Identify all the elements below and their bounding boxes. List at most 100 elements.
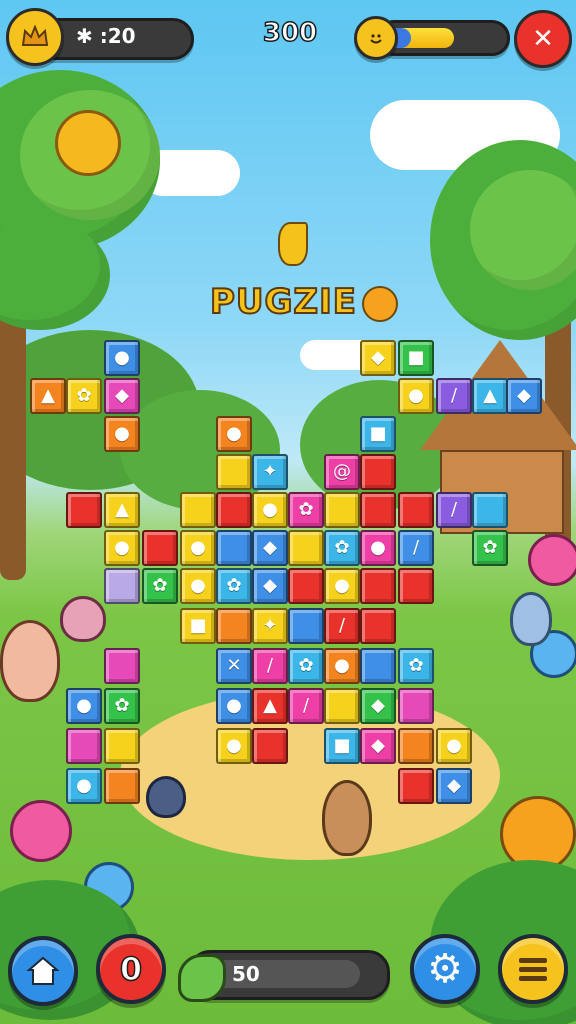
puzzle-tile[interactable] (104, 568, 140, 604)
tile-icon: ● (226, 695, 242, 716)
tile-icon: ■ (189, 615, 207, 636)
close-button[interactable]: ✕ (514, 10, 572, 68)
puzzle-tile[interactable]: ◆ (506, 378, 542, 414)
puzzle-tile[interactable] (216, 608, 252, 644)
tile-icon: ✿ (76, 385, 92, 406)
puzzle-tile[interactable]: ● (104, 530, 140, 566)
puzzle-tile[interactable]: ✿ (288, 648, 324, 684)
puzzle-tile[interactable]: / (324, 608, 360, 644)
puzzle-tile[interactable] (360, 648, 396, 684)
puzzle-tile[interactable] (216, 492, 252, 528)
crown-icon[interactable] (6, 8, 64, 66)
tile-icon: ◆ (371, 347, 385, 368)
puzzle-tile[interactable]: ● (324, 568, 360, 604)
puzzle-tile[interactable]: / (398, 530, 434, 566)
tile-icon: @ (333, 461, 351, 482)
puzzle-tile[interactable]: / (436, 492, 472, 528)
puzzle-tile[interactable] (398, 768, 434, 804)
puzzle-tile[interactable]: ● (398, 378, 434, 414)
puzzle-tile[interactable]: ● (104, 340, 140, 376)
puzzle-tile[interactable]: ■ (324, 728, 360, 764)
puzzle-tile[interactable] (216, 454, 252, 490)
puzzle-tile[interactable] (216, 530, 252, 566)
puzzle-tile[interactable] (288, 568, 324, 604)
puzzle-tile[interactable]: ◆ (104, 378, 140, 414)
flower (55, 110, 121, 176)
puzzle-tile[interactable]: ● (360, 530, 396, 566)
tile-icon: ✿ (408, 655, 424, 676)
puzzle-tile[interactable] (398, 492, 434, 528)
puzzle-tile[interactable]: / (252, 648, 288, 684)
puzzle-tile[interactable] (472, 492, 508, 528)
puzzle-tile[interactable]: ✿ (288, 492, 324, 528)
puzzle-tile[interactable]: ✿ (66, 378, 102, 414)
puzzle-tile[interactable] (324, 492, 360, 528)
puzzle-tile[interactable]: ● (66, 688, 102, 724)
puzzle-tile[interactable] (398, 568, 434, 604)
puzzle-tile[interactable]: ◆ (252, 530, 288, 566)
puzzle-tile[interactable]: ▲ (30, 378, 66, 414)
tile-icon: ✿ (152, 575, 168, 596)
puzzle-tile[interactable] (66, 728, 102, 764)
puzzle-tile[interactable]: ✿ (324, 530, 360, 566)
puzzle-tile[interactable] (288, 608, 324, 644)
puzzle-tile[interactable]: ✿ (216, 568, 252, 604)
puzzle-tile[interactable]: ▲ (104, 492, 140, 528)
puzzle-tile[interactable]: ● (66, 768, 102, 804)
game-logo: PUGZIE (209, 281, 357, 323)
puzzle-tile[interactable] (324, 688, 360, 724)
puzzle-tile[interactable]: ● (252, 492, 288, 528)
puzzle-tile[interactable] (66, 492, 102, 528)
tile-icon: / (302, 695, 310, 716)
counter-button[interactable]: 0 (96, 934, 166, 1004)
puzzle-tile[interactable]: ✦ (252, 608, 288, 644)
puzzle-tile[interactable] (360, 608, 396, 644)
puzzle-tile[interactable]: ✦ (252, 454, 288, 490)
puzzle-tile[interactable] (104, 768, 140, 804)
puzzle-tile[interactable]: ● (180, 568, 216, 604)
puzzle-tile[interactable] (142, 530, 178, 566)
home-button[interactable] (8, 936, 78, 1006)
puzzle-tile[interactable]: ◆ (360, 340, 396, 376)
menu-button[interactable] (498, 934, 568, 1004)
puzzle-tile[interactable]: ■ (360, 416, 396, 452)
puzzle-tile[interactable]: ■ (398, 340, 434, 376)
puzzle-tile[interactable]: ▲ (472, 378, 508, 414)
tile-icon: ● (334, 655, 350, 676)
pet-character (146, 776, 186, 818)
puzzle-tile[interactable]: ● (324, 648, 360, 684)
puzzle-tile[interactable]: ✿ (104, 688, 140, 724)
settings-button[interactable]: ⚙ (410, 934, 480, 1004)
fish-icon (178, 954, 226, 1002)
puzzle-tile[interactable]: / (288, 688, 324, 724)
puzzle-tile[interactable]: / (436, 378, 472, 414)
puzzle-tile[interactable]: ● (216, 416, 252, 452)
puzzle-tile[interactable]: ✿ (142, 568, 178, 604)
puzzle-tile[interactable]: ✿ (472, 530, 508, 566)
puzzle-tile[interactable] (252, 728, 288, 764)
puzzle-tile[interactable]: ● (216, 728, 252, 764)
puzzle-tile[interactable]: ● (104, 416, 140, 452)
puzzle-tile[interactable] (360, 568, 396, 604)
puzzle-tile[interactable] (288, 530, 324, 566)
puzzle-tile[interactable] (180, 492, 216, 528)
puzzle-tile[interactable]: ◆ (360, 688, 396, 724)
puzzle-tile[interactable]: ✿ (398, 648, 434, 684)
puzzle-tile[interactable] (398, 728, 434, 764)
puzzle-tile[interactable] (360, 454, 396, 490)
puzzle-tile[interactable]: ✕ (216, 648, 252, 684)
puzzle-tile[interactable] (104, 648, 140, 684)
puzzle-tile[interactable]: ■ (180, 608, 216, 644)
puzzle-tile[interactable]: ◆ (252, 568, 288, 604)
puzzle-tile[interactable]: ▲ (252, 688, 288, 724)
puzzle-tile[interactable]: ● (180, 530, 216, 566)
puzzle-tile[interactable] (360, 492, 396, 528)
tile-icon: ✦ (262, 615, 278, 636)
puzzle-tile[interactable] (398, 688, 434, 724)
puzzle-tile[interactable]: ◆ (436, 768, 472, 804)
puzzle-tile[interactable]: ● (216, 688, 252, 724)
puzzle-tile[interactable]: @ (324, 454, 360, 490)
puzzle-tile[interactable] (104, 728, 140, 764)
puzzle-tile[interactable]: ◆ (360, 728, 396, 764)
puzzle-tile[interactable]: ● (436, 728, 472, 764)
